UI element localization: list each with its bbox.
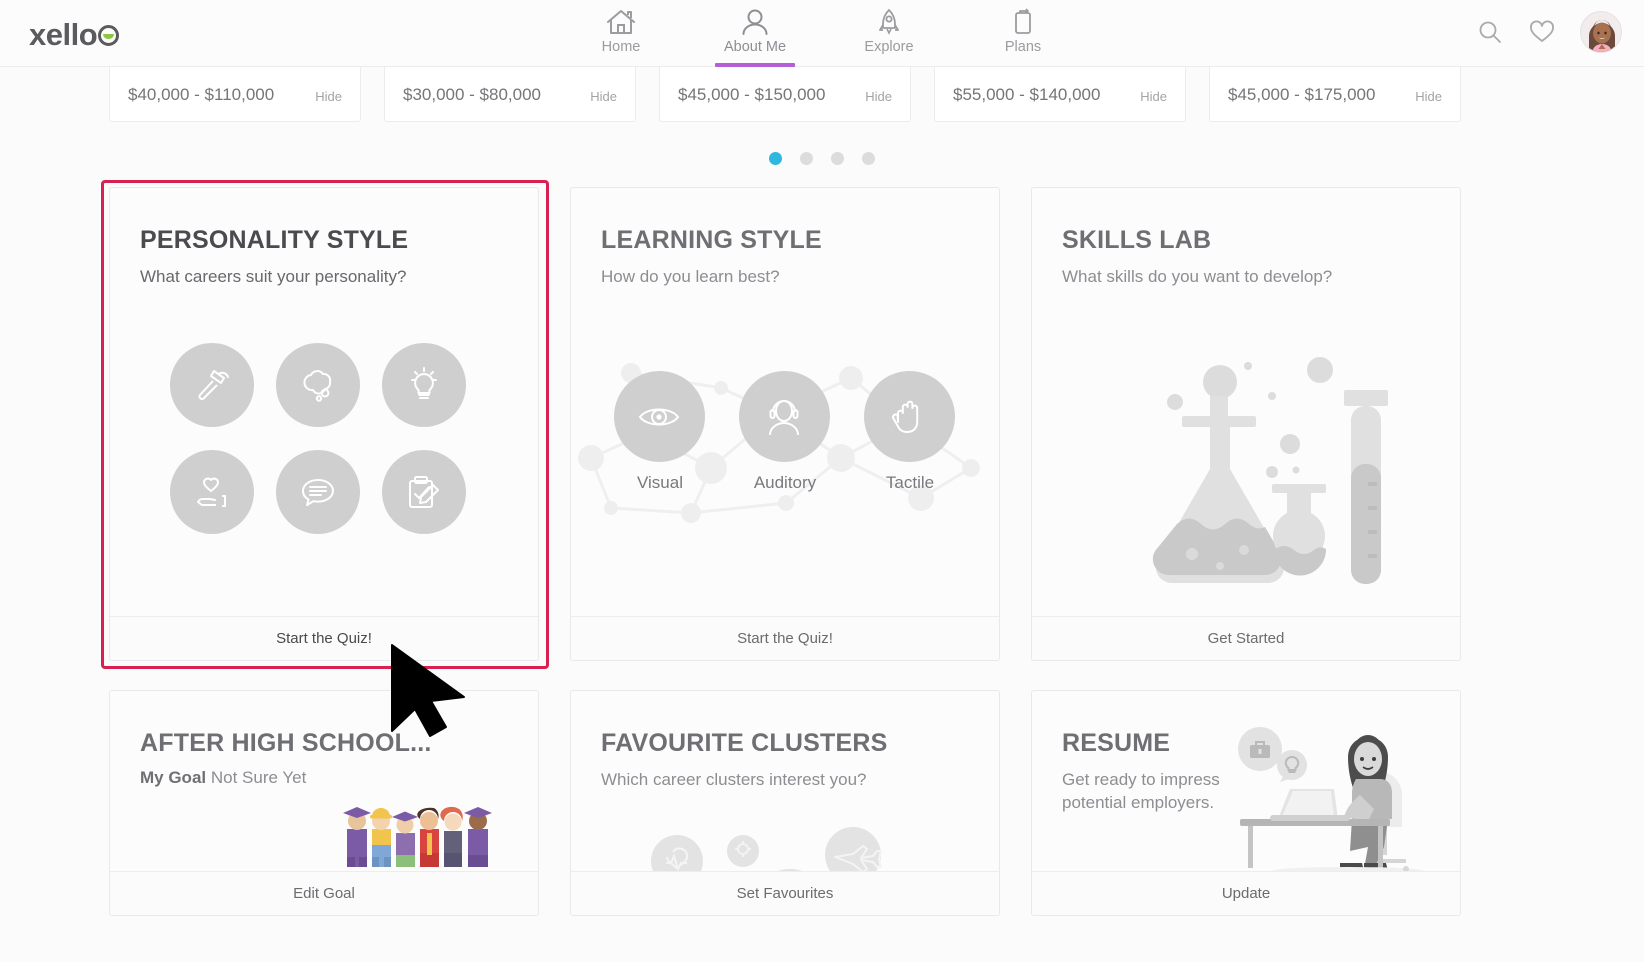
card-resume[interactable]: RESUME Get ready to impress potential em… <box>1031 690 1461 916</box>
learning-mode-label: Tactile <box>885 473 935 492</box>
hide-button[interactable]: Hide <box>1140 89 1167 104</box>
search-icon[interactable] <box>1476 18 1504 46</box>
carousel-dot-1[interactable] <box>769 152 782 165</box>
nav-item-about-me[interactable]: About Me <box>688 0 822 67</box>
career-carousel-strip: $40,000 - $110,000 Hide $30,000 - $80,00… <box>0 54 1644 134</box>
lightbulb-icon <box>382 343 466 427</box>
card-title-resume: RESUME <box>1062 729 1171 757</box>
salary-range: $45,000 - $150,000 <box>678 85 826 104</box>
salary-range: $40,000 - $110,000 <box>128 85 275 104</box>
update-button-resume[interactable]: Update <box>1032 871 1460 915</box>
hammer-icon <box>170 343 254 427</box>
top-bar-actions <box>1476 11 1622 53</box>
start-quiz-button-personality[interactable]: Start the Quiz! <box>110 616 538 660</box>
card-learning-style[interactable]: LEARNING STYLE How do you learn best? Vi… <box>570 187 1000 661</box>
goal-summary: My Goal Not Sure Yet <box>140 768 306 788</box>
favourites-heart-icon[interactable] <box>1528 18 1556 46</box>
personality-icon-grid <box>170 343 488 557</box>
nav-label-explore: Explore <box>864 39 914 55</box>
avatar[interactable] <box>1580 11 1622 53</box>
card-title-after-high-school: AFTER HIGH SCHOOL... <box>140 729 432 757</box>
woman-at-desk-icon <box>1238 727 1424 873</box>
learning-mode-auditory[interactable]: Auditory <box>738 371 832 493</box>
card-subtitle-skills: What skills do you want to develop? <box>1062 267 1333 286</box>
carousel-pagination <box>769 152 875 165</box>
thought-bubble-icon <box>276 343 360 427</box>
nav-item-home[interactable]: Home <box>554 0 688 67</box>
get-started-button-skills[interactable]: Get Started <box>1032 616 1460 660</box>
hide-button[interactable]: Hide <box>590 89 617 104</box>
nav-item-plans[interactable]: Plans <box>956 0 1090 67</box>
card-personality-style[interactable]: PERSONALITY STYLE What careers suit your… <box>109 187 539 661</box>
card-subtitle-personality: What careers suit your personality? <box>140 267 407 286</box>
learning-mode-tactile[interactable]: Tactile <box>863 371 957 493</box>
card-title-skills: SKILLS LAB <box>1062 226 1212 254</box>
set-favourites-button[interactable]: Set Favourites <box>571 871 999 915</box>
nav-item-explore[interactable]: Explore <box>822 0 956 67</box>
hand-heart-icon <box>170 450 254 534</box>
card-subtitle-clusters: Which career clusters interest you? <box>601 770 867 789</box>
eye-icon <box>613 371 705 462</box>
clipboard-icon <box>1006 7 1040 37</box>
hide-button[interactable]: Hide <box>1415 89 1442 104</box>
salary-range: $55,000 - $140,000 <box>953 85 1101 104</box>
salary-range: $45,000 - $175,000 <box>1228 85 1376 104</box>
top-navigation-bar: xello Home About Me Explore Plans <box>0 0 1644 67</box>
goal-value: Not Sure Yet <box>210 768 307 787</box>
lab-flasks-icon <box>1152 357 1388 584</box>
card-title-learning: LEARNING STYLE <box>601 226 822 254</box>
clipboard-pencil-icon <box>382 450 466 534</box>
card-title-clusters: FAVOURITE CLUSTERS <box>601 729 888 757</box>
salary-range: $30,000 - $80,000 <box>403 85 542 104</box>
page-title-personality: PERSONALITY STYLE <box>140 226 409 254</box>
rocket-icon <box>872 7 906 37</box>
speech-bubble-icon <box>276 450 360 534</box>
graduates-group-icon <box>343 806 492 867</box>
hide-button[interactable]: Hide <box>315 89 342 104</box>
logo-text: xello <box>29 17 98 52</box>
card-subtitle-learning: How do you learn best? <box>601 267 780 286</box>
learning-mode-label: Visual <box>637 473 683 492</box>
nav-active-indicator <box>715 63 795 67</box>
edit-goal-button[interactable]: Edit Goal <box>110 871 538 915</box>
card-after-high-school[interactable]: AFTER HIGH SCHOOL... My Goal Not Sure Ye… <box>109 690 539 916</box>
carousel-dot-3[interactable] <box>831 152 844 165</box>
nav-label-plans: Plans <box>1004 39 1042 55</box>
card-skills-lab[interactable]: SKILLS LAB What skills do you want to de… <box>1031 187 1461 661</box>
hand-icon <box>863 371 955 462</box>
xello-logo[interactable]: xello <box>29 17 120 53</box>
card-favourite-clusters[interactable]: FAVOURITE CLUSTERS Which career clusters… <box>570 690 1000 916</box>
nav-label-home: Home <box>601 39 641 55</box>
carousel-dot-2[interactable] <box>800 152 813 165</box>
learning-mode-visual[interactable]: Visual <box>613 371 707 493</box>
person-icon <box>738 7 772 37</box>
start-quiz-button-learning[interactable]: Start the Quiz! <box>571 616 999 660</box>
nav-label-about-me: About Me <box>723 39 787 55</box>
primary-nav: Home About Me Explore Plans <box>554 0 1090 67</box>
headset-person-icon <box>738 371 830 462</box>
logo-leaf-icon <box>98 24 120 46</box>
goal-label: My Goal <box>140 768 207 787</box>
home-icon <box>604 7 638 37</box>
learning-mode-list: Visual Auditory Tactile <box>603 371 967 493</box>
learning-mode-label: Auditory <box>753 473 817 492</box>
hide-button[interactable]: Hide <box>865 89 892 104</box>
carousel-dot-4[interactable] <box>862 152 875 165</box>
